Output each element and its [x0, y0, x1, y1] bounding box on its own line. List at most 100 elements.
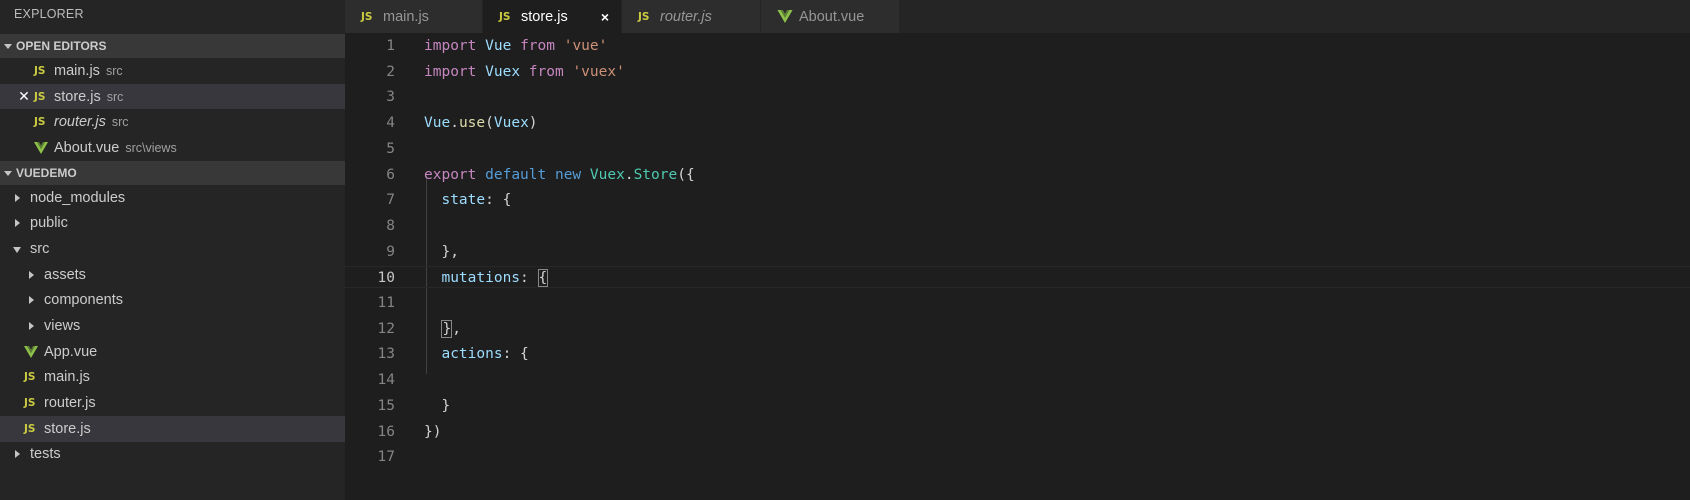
open-editors-label: OPEN EDITORS	[16, 39, 107, 53]
code-line[interactable]: 14	[345, 369, 1690, 391]
chevron-right-icon	[10, 193, 24, 202]
js-file-icon: JS	[361, 10, 373, 23]
line-number: 17	[377, 449, 395, 466]
project-label: VUEDEMO	[16, 165, 77, 180]
js-file-icon: JS	[24, 397, 36, 410]
open-editor-path: src	[111, 115, 129, 130]
code-line[interactable]: 4 Vue.use(Vuex)	[345, 112, 1690, 134]
code-line[interactable]: 9 },	[345, 241, 1690, 263]
line-number: 8	[386, 217, 395, 234]
code-line[interactable]: 15 }	[345, 395, 1690, 417]
close-icon[interactable]: ✕	[14, 88, 34, 105]
tab-label: main.js	[383, 8, 429, 25]
tree-file-router-js[interactable]: JS router.js	[0, 390, 345, 416]
open-editor-name: About.vue	[54, 139, 120, 156]
code-line[interactable]: 6 export default new Vuex.Store({	[345, 164, 1690, 186]
open-editor-router-js[interactable]: JS router.js src	[0, 109, 345, 135]
tab-label: store.js	[521, 8, 568, 25]
js-file-icon: JS	[638, 10, 650, 23]
open-editor-about-vue[interactable]: About.vue src\views	[0, 135, 345, 161]
vue-file-icon	[777, 10, 799, 23]
open-editors-header[interactable]: OPEN EDITORS	[0, 34, 345, 58]
tree-item-label: views	[44, 318, 81, 335]
tree-item-label: src	[30, 240, 50, 257]
js-file-icon: JS	[34, 90, 46, 103]
line-number: 4	[386, 115, 395, 132]
code-line[interactable]: 7 state: {	[345, 189, 1690, 211]
line-number: 15	[377, 397, 395, 414]
tree-item-label: public	[30, 215, 68, 232]
tree-item-label: components	[44, 292, 123, 309]
tab-label: router.js	[660, 8, 712, 25]
tree-folder-assets[interactable]: assets	[0, 262, 345, 288]
chevron-right-icon	[10, 219, 24, 228]
open-editor-path: src	[105, 63, 123, 78]
line-number: 5	[386, 140, 395, 157]
tree-folder-views[interactable]: views	[0, 313, 345, 339]
open-editor-main-js[interactable]: JS main.js src	[0, 58, 345, 84]
js-file-icon: JS	[34, 116, 46, 129]
tree-folder-src[interactable]: src	[0, 236, 345, 262]
code-line[interactable]: 16})	[345, 421, 1690, 443]
tab-about-vue[interactable]: About.vue	[761, 0, 900, 33]
code-text: Vue.use(Vuex)	[424, 115, 538, 132]
chevron-down-icon	[10, 245, 24, 253]
line-number: 1	[386, 38, 395, 54]
code-line[interactable]: 12 },	[345, 318, 1690, 340]
code-line[interactable]: 13 actions: {	[345, 343, 1690, 365]
js-file-icon: JS	[24, 422, 36, 435]
tree-folder-tests[interactable]: tests	[0, 442, 345, 468]
tab-label: About.vue	[799, 8, 865, 25]
tree-folder-components[interactable]: components	[0, 288, 345, 314]
code-text: import Vue from 'vue'	[424, 38, 608, 54]
code-line[interactable]: 8	[345, 215, 1690, 237]
code-text: actions: {	[441, 346, 529, 363]
line-number: 16	[377, 423, 395, 440]
tree-item-label: tests	[30, 446, 61, 463]
chevron-down-icon	[2, 161, 14, 185]
open-editor-name: router.js	[54, 114, 106, 131]
close-icon[interactable]: ×	[601, 9, 609, 25]
line-number: 11	[377, 295, 395, 311]
tab-store-js[interactable]: JS store.js ×	[483, 0, 622, 33]
line-number: 2	[386, 63, 395, 80]
tree-item-label: assets	[44, 266, 86, 283]
editor-tab-bar: JS main.js JS store.js × JS router.js Ab…	[345, 0, 1690, 33]
line-number: 3	[386, 89, 395, 106]
tree-file-main-js[interactable]: JS main.js	[0, 365, 345, 391]
code-line[interactable]: 1 import Vue from 'vue'	[345, 35, 1690, 57]
line-number: 9	[386, 243, 395, 260]
js-file-icon: JS	[499, 10, 511, 23]
code-editor[interactable]: 1 import Vue from 'vue' 2 import Vuex from …	[345, 33, 1690, 500]
open-editor-name: store.js	[54, 88, 101, 105]
code-line[interactable]: 5	[345, 138, 1690, 160]
code-line[interactable]: 2 import Vuex from 'vuex'	[345, 61, 1690, 83]
line-number: 10	[377, 270, 395, 287]
vue-file-icon	[24, 345, 44, 358]
code-line[interactable]: 11	[345, 292, 1690, 314]
tree-item-label: main.js	[44, 369, 90, 386]
open-editor-store-js[interactable]: ✕ JS store.js src	[0, 83, 345, 110]
tab-main-js[interactable]: JS main.js	[345, 0, 483, 33]
line-number: 6	[386, 166, 395, 183]
code-line[interactable]: 10 mutations: {	[345, 266, 1690, 289]
tree-item-label: node_modules	[30, 189, 126, 206]
js-file-icon: JS	[34, 64, 46, 77]
chevron-right-icon	[24, 322, 38, 331]
tree-folder-node-modules[interactable]: node_modules	[0, 185, 345, 211]
code-line[interactable]: 17	[345, 446, 1690, 468]
explorer-sidebar: EXPLORER OPEN EDITORS JS main.js src ✕ J…	[0, 0, 345, 500]
tab-router-js[interactable]: JS router.js	[622, 0, 761, 33]
open-editor-path: src	[106, 89, 124, 104]
line-number: 7	[386, 192, 395, 209]
chevron-right-icon	[24, 270, 38, 279]
tree-file-app-vue[interactable]: App.vue	[0, 339, 345, 365]
tree-folder-public[interactable]: public	[0, 210, 345, 236]
tree-item-label: store.js	[44, 420, 91, 437]
tree-item-label: router.js	[44, 395, 96, 412]
project-header[interactable]: VUEDEMO	[0, 160, 345, 185]
chevron-down-icon	[2, 34, 14, 58]
code-line[interactable]: 3	[345, 86, 1690, 108]
open-editor-path: src\views	[125, 140, 177, 155]
tree-file-store-js[interactable]: JS store.js	[0, 415, 345, 442]
